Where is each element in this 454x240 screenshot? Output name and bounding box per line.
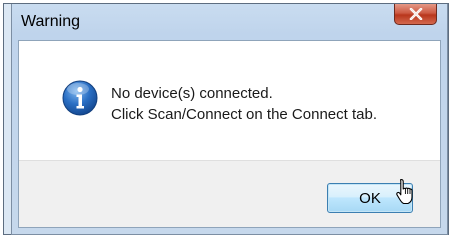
close-icon	[409, 8, 422, 20]
screenshot-frame: Warning No device(s) connected. Click Sc…	[3, 3, 449, 235]
dialog-body: No device(s) connected. Click Scan/Conne…	[18, 40, 441, 228]
dialog-title: Warning	[21, 13, 80, 30]
close-button[interactable]	[394, 4, 437, 25]
ok-button[interactable]: OK	[327, 183, 413, 213]
message-line-2: Click Scan/Connect on the Connect tab.	[111, 106, 377, 123]
title-bar[interactable]: Warning	[12, 4, 447, 40]
message-line-1: No device(s) connected.	[111, 85, 273, 102]
warning-dialog: Warning No device(s) connected. Click Sc…	[11, 4, 448, 235]
info-icon	[62, 80, 98, 116]
button-area: OK	[19, 160, 440, 227]
message-area: No device(s) connected. Click Scan/Conne…	[19, 41, 440, 160]
